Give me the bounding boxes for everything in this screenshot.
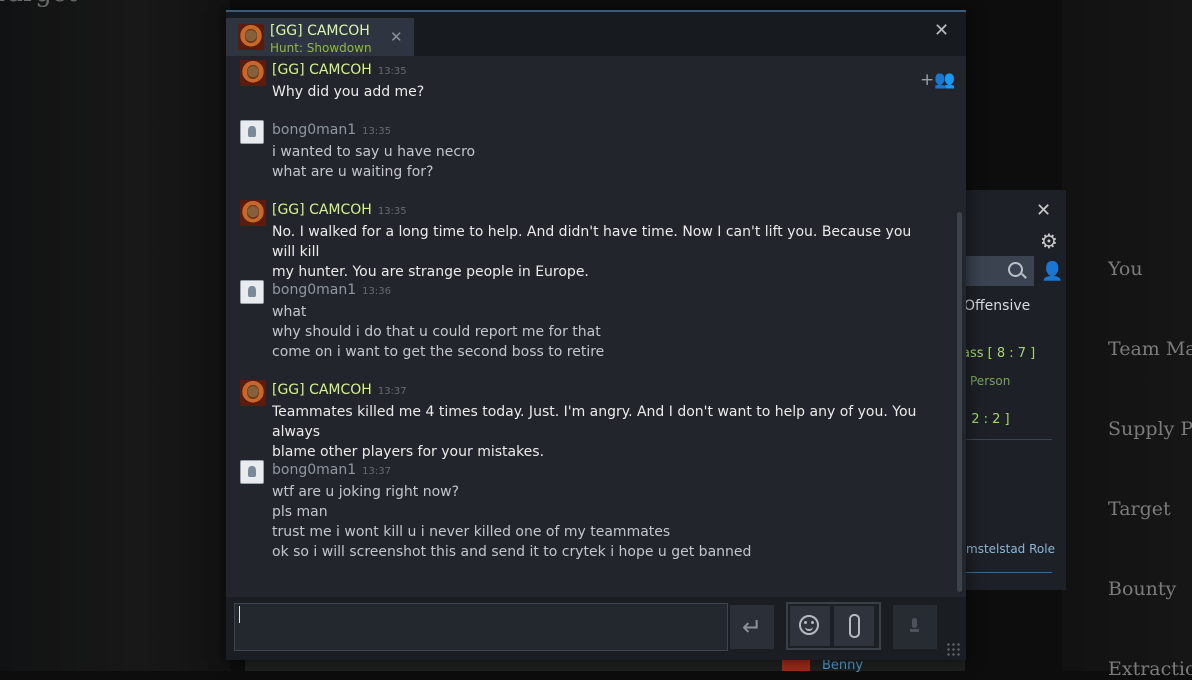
game-menu-item-target[interactable]: Target: [1108, 498, 1171, 520]
chat-window: [GG] CAMCOH Hunt: Showdown ✕ ✕ +👥 [GG] C…: [226, 10, 966, 660]
close-window-icon[interactable]: ✕: [934, 20, 949, 41]
message-sender[interactable]: [GG] CAMCOH 13:35: [272, 62, 407, 78]
message-sender[interactable]: bong0man1 13:37: [272, 462, 391, 478]
avatar[interactable]: [240, 460, 264, 484]
message-group: bong0man1 13:36 what why should i do that…: [240, 280, 930, 362]
message-text: my hunter. You are strange people in Eur…: [272, 264, 589, 280]
game-menu-item-bounty[interactable]: Bounty: [1108, 578, 1176, 600]
message-sender[interactable]: [GG] CAMCOH 13:35: [272, 202, 407, 218]
divider: [960, 572, 1052, 573]
message-sender[interactable]: bong0man1 13:35: [272, 122, 391, 138]
gear-icon[interactable]: ⚙: [1040, 229, 1058, 253]
message-timestamp: 13:35: [362, 126, 391, 137]
message-text: Why did you add me?: [272, 84, 425, 100]
message-group: bong0man1 13:37 wtf are u joking right no…: [240, 460, 930, 562]
friends-close-icon[interactable]: ✕: [1036, 200, 1051, 221]
message-text: pls man: [272, 504, 328, 520]
message-group: [GG] CAMCOH 13:35 No. I walked for a long…: [240, 200, 930, 282]
message-text: what are u waiting for?: [272, 164, 434, 180]
message-text: Teammates killed me 4 times today. Just.…: [272, 404, 917, 440]
message-text: i wanted to say u have necro: [272, 144, 476, 160]
emoticon-button[interactable]: [790, 606, 830, 646]
tab-friend-name: [GG] CAMCOH: [270, 23, 370, 39]
game-menu-item-team[interactable]: Team Ma: [1108, 338, 1192, 360]
avatar[interactable]: [240, 60, 266, 86]
paperclip-icon: [849, 614, 860, 638]
avatar[interactable]: [240, 200, 266, 226]
friends-group-label: Offensive: [964, 298, 1031, 314]
message-text: why should i do that u could report me f…: [272, 324, 601, 340]
avatar[interactable]: [240, 380, 266, 406]
message-sender[interactable]: bong0man1 13:36: [272, 282, 391, 298]
message-timestamp: 13:37: [377, 386, 407, 397]
message-timestamp: 13:35: [377, 66, 407, 77]
divider: [960, 439, 1052, 440]
friends-search-bar[interactable]: [960, 256, 1034, 286]
smiley-icon: [799, 615, 819, 635]
message-group: [GG] CAMCOH 13:37 Teammates killed me 4 t…: [240, 380, 930, 462]
friends-entry-sub: Person: [970, 374, 1011, 388]
friends-entry-status[interactable]: ass [ 8 : 7 ]: [962, 346, 1035, 361]
message-group: [GG] CAMCOH 13:35 Why did you add me?: [240, 60, 930, 102]
voice-chat-button[interactable]: [893, 605, 937, 649]
message-text: come on i want to get the second boss to…: [272, 344, 605, 360]
add-friend-icon[interactable]: 👤: [1041, 261, 1063, 282]
game-menu-item-extraction[interactable]: Extraction: [1108, 658, 1192, 680]
message-timestamp: 13:36: [362, 286, 391, 297]
chat-tab-bar: [GG] CAMCOH Hunt: Showdown ✕ ✕: [226, 12, 966, 56]
send-button[interactable]: ↵: [730, 605, 774, 649]
enter-arrow-icon: ↵: [741, 613, 763, 641]
game-menu-item-you[interactable]: You: [1108, 258, 1143, 280]
game-top-title: Target: [0, 0, 78, 8]
search-icon[interactable]: [1008, 262, 1023, 277]
avatar[interactable]: [240, 120, 264, 144]
text-caret: [239, 606, 240, 623]
tab-friend-game: Hunt: Showdown: [270, 41, 372, 55]
game-background-right: [1062, 0, 1192, 671]
friends-entry-status[interactable]: [ 2 : 2 ]: [962, 412, 1010, 427]
friends-entry-game[interactable]: mstelstad Role: [966, 542, 1055, 556]
message-timestamp: 13:35: [377, 206, 407, 217]
message-text: ok so i will screenshot this and send it…: [272, 544, 752, 560]
message-timestamp: 13:37: [362, 466, 391, 477]
chat-tab[interactable]: [GG] CAMCOH Hunt: Showdown ✕: [226, 18, 414, 56]
close-tab-icon[interactable]: ✕: [390, 28, 403, 46]
message-text: trust me i wont kill u i never killed on…: [272, 524, 671, 540]
microphone-icon: [910, 618, 919, 632]
message-list: +👥 [GG] CAMCOH 13:35 Why did you add me? …: [226, 56, 966, 596]
avatar[interactable]: [240, 280, 264, 304]
message-scrollbar[interactable]: [957, 212, 962, 592]
message-group: bong0man1 13:35 i wanted to say u have ne…: [240, 120, 930, 182]
chat-composer: ↵: [226, 597, 966, 660]
attach-button[interactable]: [834, 606, 874, 646]
avatar: [238, 24, 264, 50]
message-text: what: [272, 304, 307, 320]
chat-message-input[interactable]: [234, 603, 728, 651]
message-sender[interactable]: [GG] CAMCOH 13:37: [272, 382, 407, 398]
message-text: No. I walked for a long time to help. An…: [272, 224, 912, 260]
message-text: blame other players for your mistakes.: [272, 444, 545, 460]
resize-grip[interactable]: [946, 642, 960, 656]
game-menu-item-supply[interactable]: Supply Po: [1108, 418, 1192, 440]
game-background-left: [0, 0, 230, 671]
message-text: wtf are u joking right now?: [272, 484, 460, 500]
